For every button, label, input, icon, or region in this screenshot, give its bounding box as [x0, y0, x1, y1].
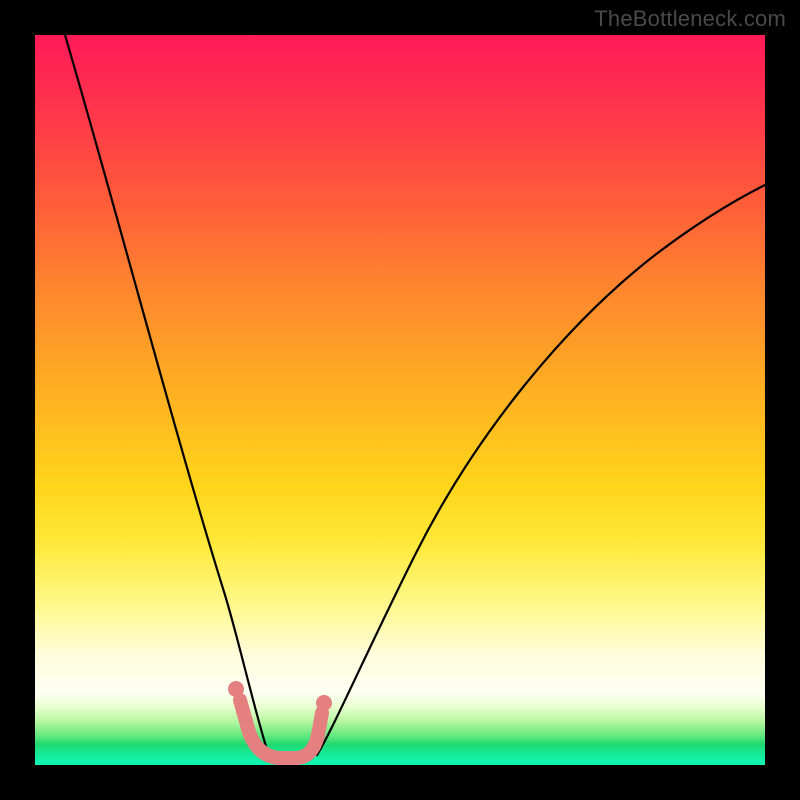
curve-left-branch	[65, 35, 268, 753]
outer-frame: TheBottleneck.com	[0, 0, 800, 800]
minimum-bracket	[240, 700, 322, 758]
marker-dot	[228, 681, 244, 697]
chart-svg	[35, 35, 765, 765]
marker-dot	[316, 695, 332, 711]
curve-right-branch	[317, 185, 765, 755]
plot-area	[35, 35, 765, 765]
attribution-label: TheBottleneck.com	[594, 6, 786, 32]
